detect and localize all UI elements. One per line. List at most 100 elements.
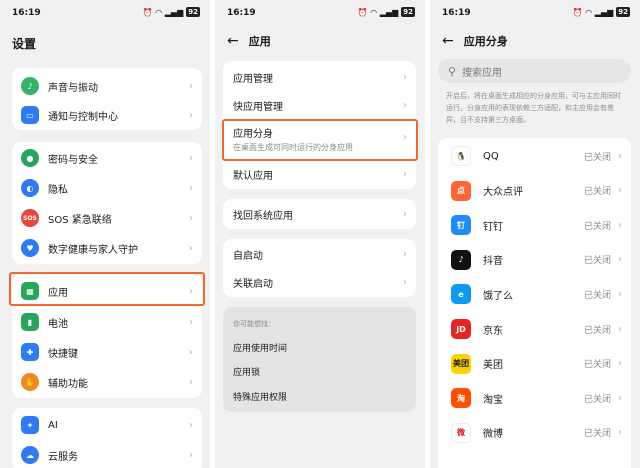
app-clone-item[interactable]: 🐧 QQ 已关闭 › [438, 145, 631, 167]
suggestion-link[interactable]: 应用使用时间 [233, 341, 287, 354]
chevron-right-icon: › [403, 276, 407, 288]
settings-item-label: 通知与控制中心 [48, 111, 118, 123]
settings-item-cloud[interactable]: ☁ 云服务 › [12, 444, 202, 466]
app-clone-status: 已关闭 [583, 360, 611, 371]
suggestion-link[interactable]: 特殊应用权限 [233, 390, 287, 403]
search-input[interactable]: ⚲ 搜索应用 [438, 59, 631, 83]
settings-item-label: 电池 [48, 318, 68, 330]
settings-item-family[interactable]: ♥ 数字健康与家人守护 › [12, 237, 202, 259]
settings-group-4: ✦ AI › ☁ 云服务 › [12, 408, 202, 468]
chevron-right-icon: › [403, 168, 407, 180]
app-clone-item[interactable]: JD 京东 已关闭 › [438, 318, 631, 340]
chevron-right-icon: › [618, 288, 622, 300]
app-name: 京东 [483, 325, 503, 337]
accessibility-icon: ✋ [21, 373, 39, 391]
battery-indicator: 92 [616, 7, 630, 17]
signal-icon: ▂▄▆ [164, 7, 184, 17]
settings-item-privacy[interactable]: ◐ 隐私 › [12, 177, 202, 199]
chevron-right-icon: › [189, 182, 193, 194]
app-name: 美团 [483, 360, 503, 372]
app-clone-status: 已关闭 [583, 256, 611, 267]
app-clone-item[interactable]: 钉钉钉 已关闭 › [438, 214, 631, 236]
settings-panel: 16:19 ⏰ ◠ ▂▄▆ 92 设置 ♪ 声音与振动 › ▭ 通知与控制中心 … [0, 0, 210, 468]
app-name: 抖音 [483, 256, 503, 268]
highlight-box [222, 119, 418, 161]
settings-item-label: 隐私 [48, 184, 68, 196]
app-clone-item[interactable]: 微微博 已关闭 › [438, 422, 631, 444]
settings-item-password[interactable]: ● 密码与安全 › [12, 147, 202, 169]
chevron-right-icon: › [403, 71, 407, 83]
suggestion-link[interactable]: 应用锁 [233, 365, 260, 378]
settings-item-sound[interactable]: ♪ 声音与振动 › [12, 75, 202, 97]
chevron-right-icon: › [618, 219, 622, 231]
chevron-right-icon: › [189, 242, 193, 254]
app-clone-status: 已关闭 [583, 290, 611, 301]
list-item-label: 默认应用 [233, 170, 273, 182]
settings-item-ai[interactable]: ✦ AI › [12, 414, 202, 436]
app-clone-item[interactable]: 淘淘宝 已关闭 › [438, 387, 631, 409]
status-icons: ⏰ ◠ ▂▄▆ 92 [573, 7, 630, 17]
app-name: QQ [483, 150, 499, 162]
key-icon: ● [21, 149, 39, 167]
privacy-icon: ◐ [21, 179, 39, 197]
list-item-auto-start[interactable]: 自启动 › [223, 244, 416, 264]
settings-item-battery[interactable]: ▮ 电池 › [12, 311, 202, 333]
back-arrow-icon[interactable]: ← [442, 34, 454, 48]
app-clone-status: 已关闭 [583, 429, 611, 440]
apps-group-2: 找回系统应用 › [223, 199, 416, 229]
jd-icon: JD [451, 319, 471, 339]
wifi-icon: ◠ [155, 7, 162, 17]
app-name: 淘宝 [483, 394, 503, 406]
highlight-box [9, 272, 205, 306]
chevron-right-icon: › [618, 323, 622, 335]
settings-item-label: 快捷键 [48, 348, 78, 360]
settings-group-2: ● 密码与安全 › ◐ 隐私 › SOS SOS 紧急联络 › ♥ 数字健康与家… [12, 142, 202, 264]
status-icons: ⏰ ◠ ▂▄▆ 92 [143, 7, 200, 17]
app-clone-item[interactable]: ♪ 抖音 已关闭 › [438, 249, 631, 271]
list-item-restore-system-apps[interactable]: 找回系统应用 › [223, 204, 416, 224]
back-arrow-icon[interactable]: ← [227, 34, 239, 48]
settings-item-shortcut[interactable]: ✚ 快捷键 › [12, 341, 202, 363]
app-clone-item[interactable]: 美团 美团 已关闭 › [438, 353, 631, 375]
shortcut-icon: ✚ [21, 343, 39, 361]
page-title: 应用分身 [463, 35, 508, 48]
settings-group-1: ♪ 声音与振动 › ▭ 通知与控制中心 › [12, 68, 202, 130]
qq-icon: 🐧 [451, 146, 471, 166]
eleme-icon: e [451, 284, 471, 305]
app-clone-item[interactable]: 点大众点评 已关闭 › [438, 180, 631, 202]
chevron-right-icon: › [618, 358, 622, 370]
app-clone-status: 已关闭 [583, 187, 611, 198]
status-bar: 16:19 ⏰ ◠ ▂▄▆ 92 [430, 0, 640, 26]
settings-item-label: 辅助功能 [48, 378, 88, 390]
chevron-right-icon: › [403, 248, 407, 260]
douyin-icon: ♪ [451, 249, 471, 270]
status-time: 16:19 [12, 8, 41, 18]
battery-icon: ▮ [21, 313, 39, 331]
notification-icon: ▭ [21, 106, 39, 124]
app-clone-item[interactable]: e 饿了么 已关闭 › [438, 283, 631, 305]
search-placeholder: 搜索应用 [462, 67, 503, 79]
list-item-label: 自启动 [233, 250, 263, 262]
list-item-app-management[interactable]: 应用管理 › [223, 67, 416, 87]
chevron-right-icon: › [189, 419, 193, 431]
list-item-default-apps[interactable]: 默认应用 › [223, 164, 416, 184]
settings-item-notification[interactable]: ▭ 通知与控制中心 › [12, 104, 202, 126]
signal-icon: ▂▄▆ [594, 7, 614, 17]
taobao-icon: 淘 [451, 388, 471, 409]
battery-indicator: 92 [401, 7, 415, 17]
chevron-right-icon: › [618, 150, 622, 162]
chevron-right-icon: › [403, 208, 407, 220]
family-icon: ♥ [21, 239, 39, 257]
settings-item-accessibility[interactable]: ✋ 辅助功能 › [12, 371, 202, 393]
settings-item-label: 数字健康与家人守护 [48, 244, 138, 256]
settings-item-label: 密码与安全 [48, 154, 98, 166]
chevron-right-icon: › [618, 392, 622, 404]
settings-item-sos[interactable]: SOS SOS 紧急联络 › [12, 207, 202, 229]
wifi-icon: ◠ [370, 7, 377, 17]
list-item-quick-app[interactable]: 快应用管理 › [223, 95, 416, 115]
list-item-linked-start[interactable]: 关联启动 › [223, 272, 416, 292]
nav-header: ← 应用 [227, 32, 271, 50]
app-name: 微博 [483, 429, 503, 441]
chevron-right-icon: › [618, 185, 622, 197]
search-icon: ⚲ [448, 64, 457, 78]
